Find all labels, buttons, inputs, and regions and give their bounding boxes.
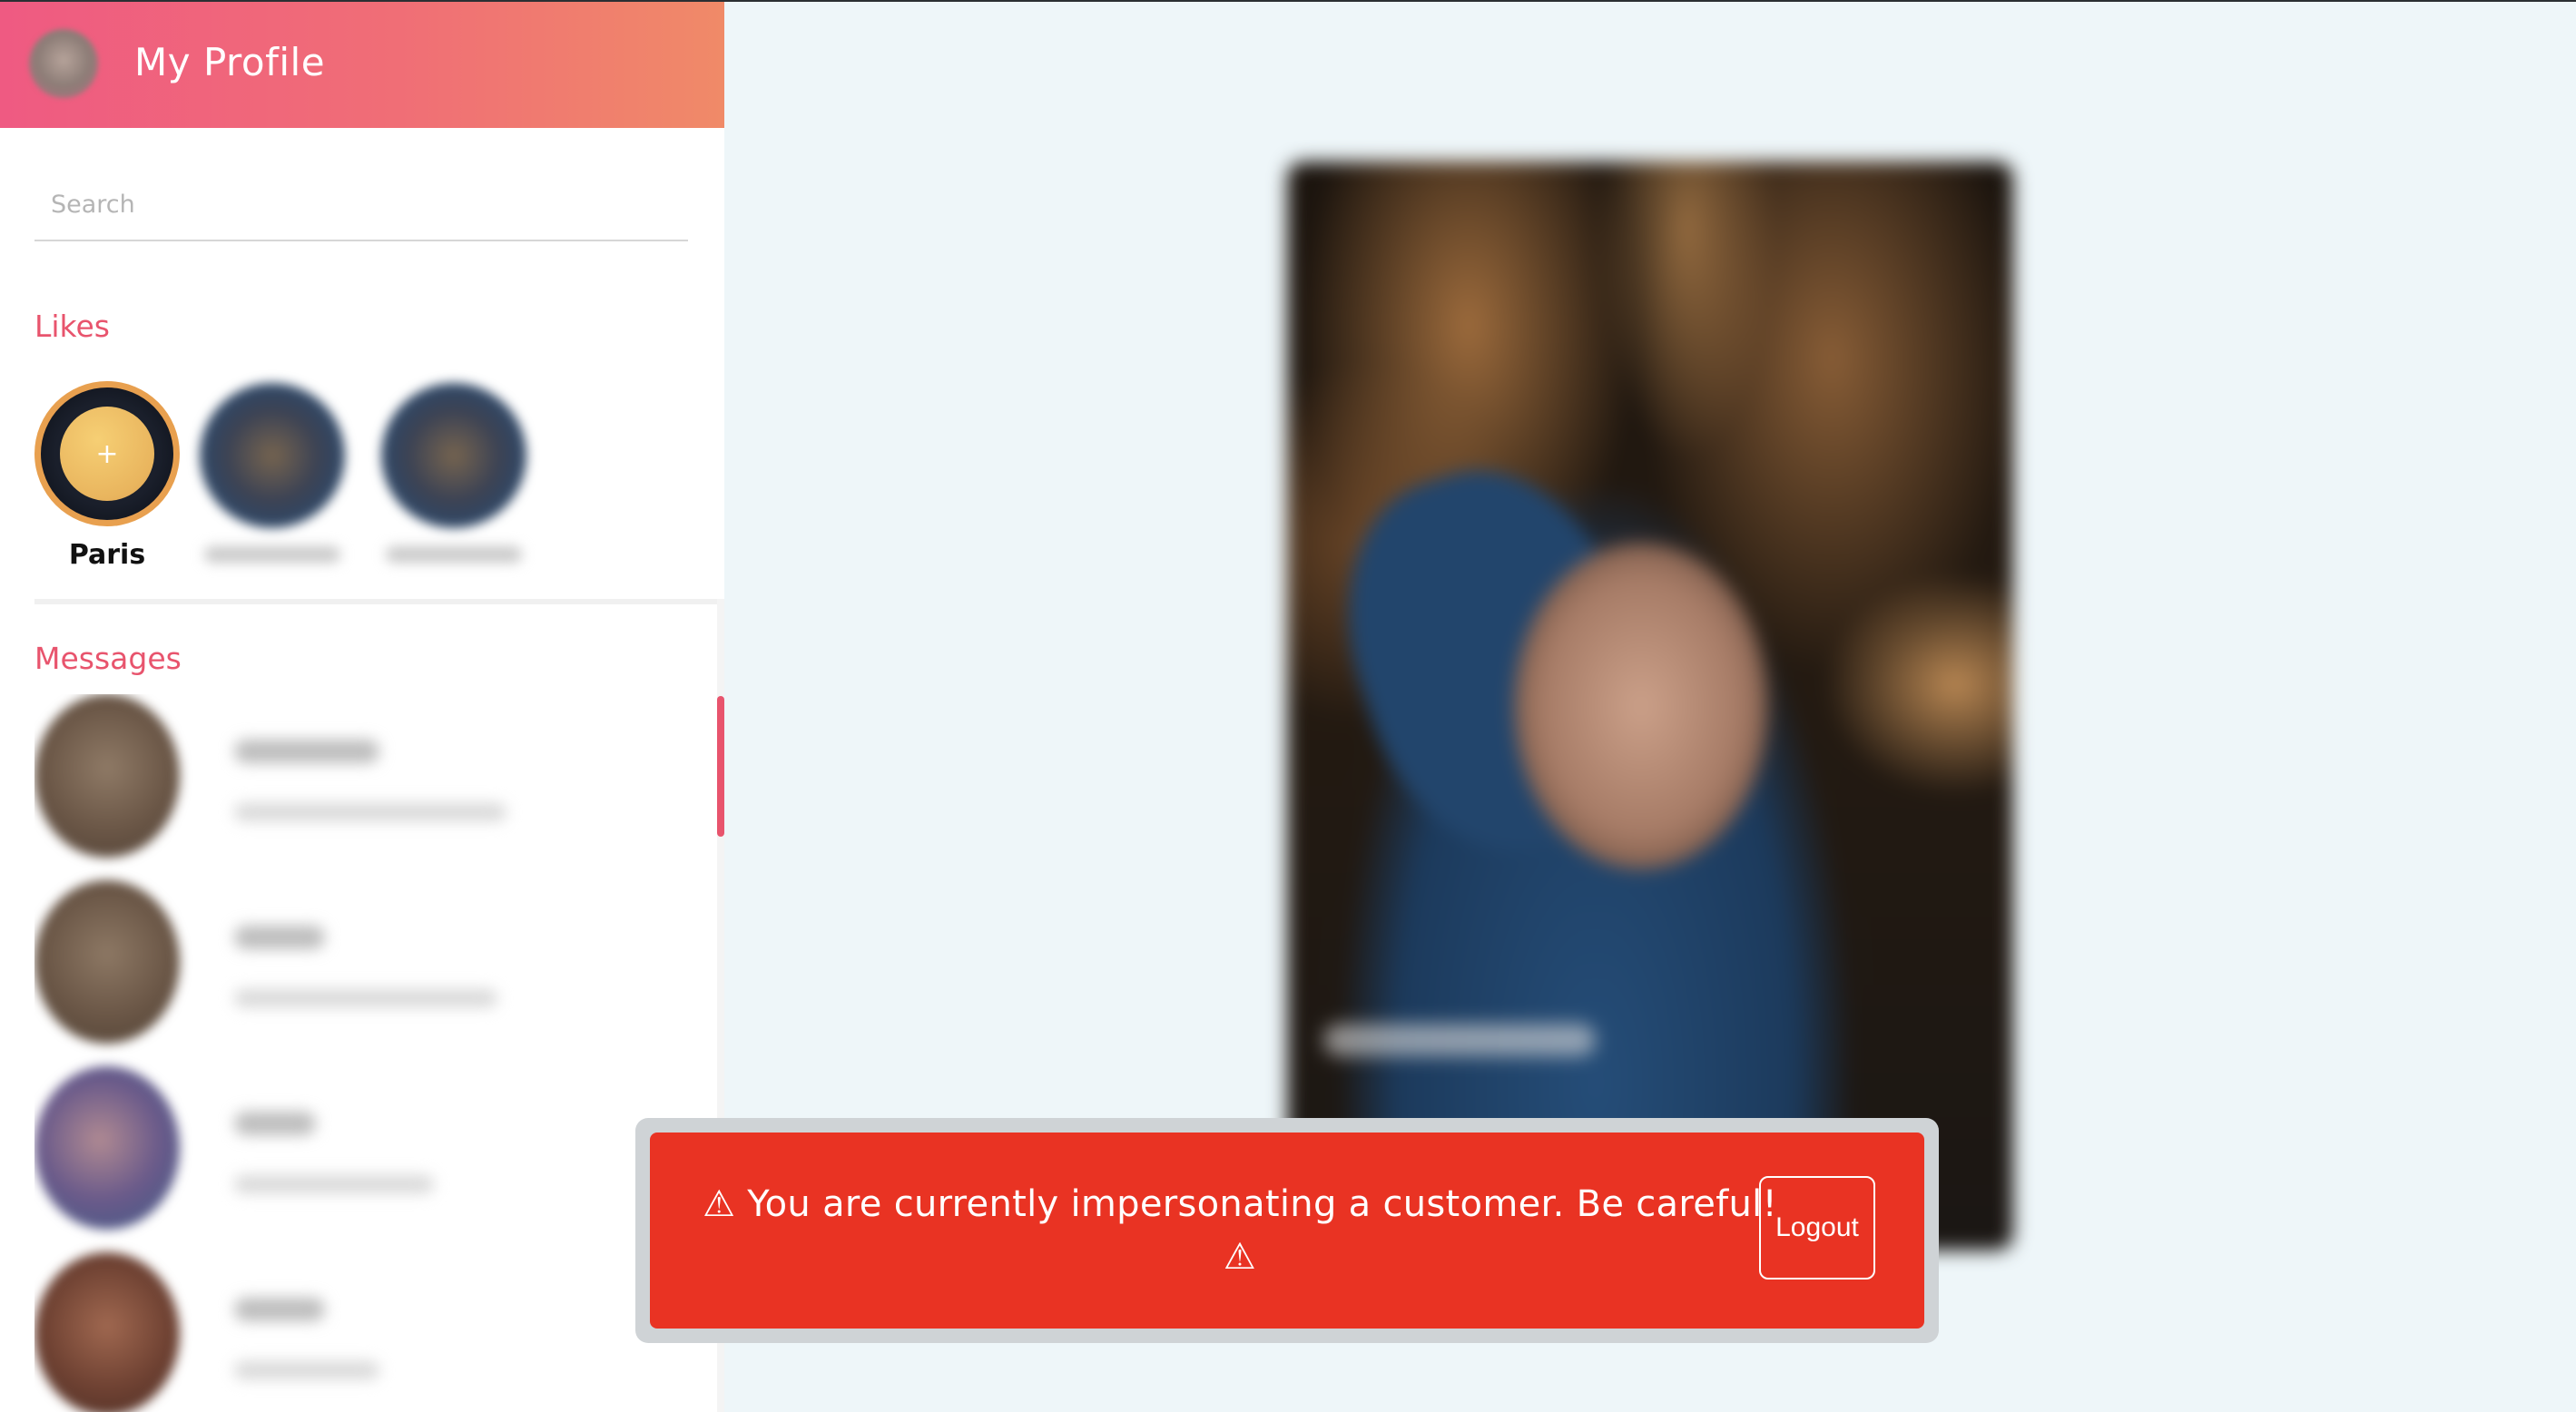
messages-title: Messages bbox=[34, 641, 182, 676]
section-divider bbox=[34, 599, 724, 604]
messages-list bbox=[34, 694, 706, 1412]
like-item[interactable] bbox=[381, 381, 526, 572]
user-avatar-icon[interactable] bbox=[29, 29, 98, 98]
logout-button[interactable]: Logout bbox=[1759, 1176, 1875, 1280]
sidebar: My Profile Likes + Paris Messages bbox=[0, 0, 724, 1412]
list-item[interactable] bbox=[34, 1066, 706, 1234]
like-item[interactable] bbox=[200, 381, 345, 572]
likes-row: + Paris bbox=[34, 381, 688, 590]
message-sender bbox=[234, 1112, 316, 1135]
avatar bbox=[34, 1066, 180, 1230]
blurred-avatar bbox=[381, 383, 526, 528]
like-item-paris[interactable]: + Paris bbox=[34, 381, 180, 572]
message-preview bbox=[234, 989, 497, 1007]
photo-caption bbox=[1323, 1024, 1596, 1056]
search-bar bbox=[34, 172, 688, 241]
profile-photo[interactable] bbox=[1287, 162, 2013, 1250]
scrollbar-thumb[interactable] bbox=[717, 696, 724, 837]
impersonation-banner: ⚠ You are currently impersonating a cust… bbox=[650, 1133, 1924, 1329]
warning-message: ⚠ You are currently impersonating a cust… bbox=[703, 1183, 1777, 1278]
list-item[interactable] bbox=[34, 694, 706, 862]
blurred-name bbox=[204, 546, 340, 563]
page-title[interactable]: My Profile bbox=[134, 40, 325, 84]
avatar bbox=[34, 694, 180, 858]
message-sender bbox=[234, 740, 379, 763]
plus-icon[interactable]: + bbox=[60, 407, 154, 501]
window-top-border bbox=[0, 0, 2576, 2]
message-preview bbox=[234, 1175, 434, 1193]
blurred-avatar bbox=[200, 383, 345, 528]
message-preview bbox=[234, 803, 506, 821]
profile-header[interactable]: My Profile bbox=[0, 0, 724, 128]
list-item[interactable] bbox=[34, 880, 706, 1048]
blurred-name bbox=[386, 546, 522, 563]
list-item[interactable] bbox=[34, 1252, 706, 1412]
message-sender bbox=[234, 926, 325, 949]
avatar bbox=[34, 880, 180, 1044]
message-preview bbox=[234, 1361, 379, 1379]
avatar bbox=[34, 1252, 180, 1412]
like-name: Paris bbox=[68, 539, 146, 571]
message-sender bbox=[234, 1298, 325, 1321]
likes-title: Likes bbox=[34, 309, 110, 344]
search-input[interactable] bbox=[34, 178, 688, 230]
